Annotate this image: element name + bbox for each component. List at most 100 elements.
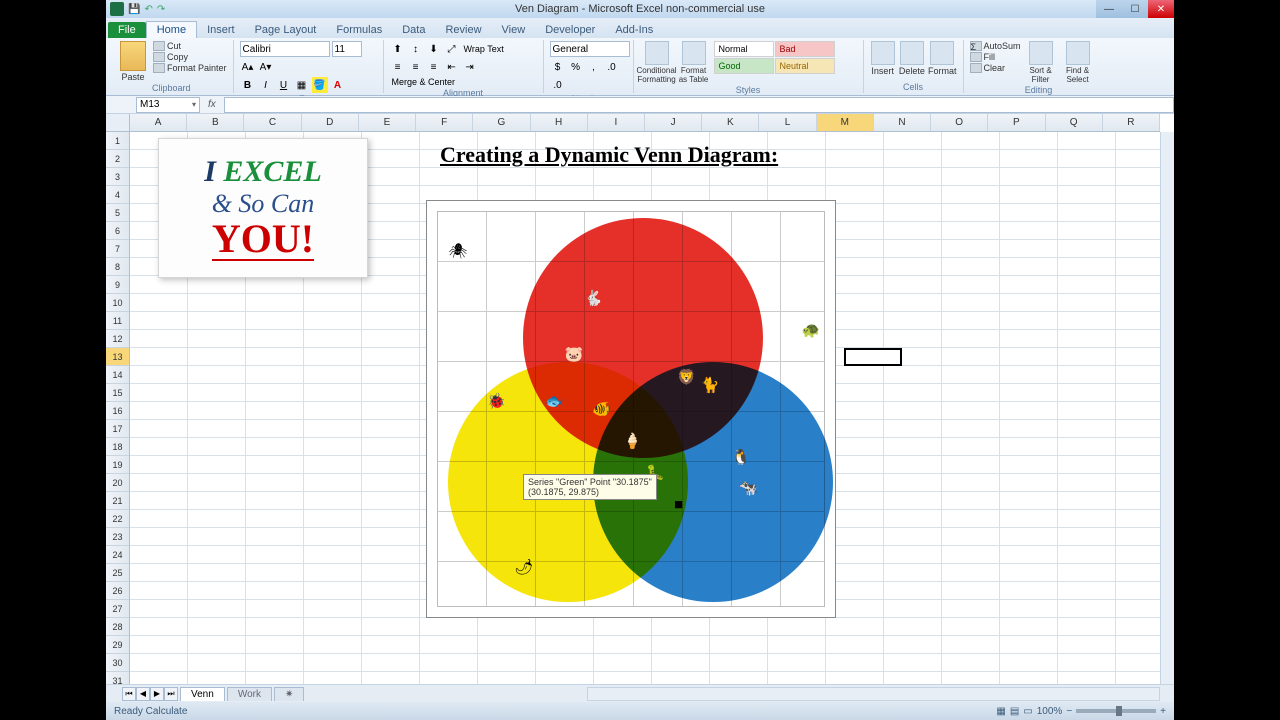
paste-button[interactable]: Paste bbox=[116, 41, 150, 82]
number-format-select[interactable] bbox=[550, 41, 630, 57]
sheet-nav-next-icon[interactable]: ▶ bbox=[150, 687, 164, 701]
chart-point[interactable]: 🐄 bbox=[739, 480, 757, 498]
font-name-select[interactable] bbox=[240, 41, 330, 57]
qat-redo-icon[interactable]: ↷ bbox=[157, 4, 165, 15]
italic-button[interactable]: I bbox=[258, 77, 274, 93]
inc-decimal-icon[interactable]: .0 bbox=[604, 59, 620, 75]
sort-filter-button[interactable]: Sort & Filter bbox=[1024, 41, 1058, 84]
name-box[interactable]: M13 bbox=[136, 97, 200, 113]
zoom-controls[interactable]: ▦ ▤ ▭ 100% − + bbox=[996, 706, 1166, 717]
cut-button[interactable]: Cut bbox=[153, 41, 227, 51]
underline-button[interactable]: U bbox=[276, 77, 292, 93]
maximize-button[interactable]: ☐ bbox=[1122, 0, 1148, 18]
view-normal-icon[interactable]: ▦ bbox=[996, 706, 1005, 717]
horizontal-scrollbar[interactable] bbox=[587, 687, 1160, 701]
chart-point[interactable]: 🐢 bbox=[801, 322, 819, 340]
insert-cells-button[interactable]: Insert bbox=[870, 41, 896, 76]
view-break-icon[interactable]: ▭ bbox=[1023, 706, 1032, 717]
merge-center-button[interactable]: Merge & Center bbox=[390, 77, 456, 87]
align-middle-icon[interactable]: ↕ bbox=[408, 41, 424, 57]
zoom-out-button[interactable]: − bbox=[1066, 706, 1072, 717]
sheet-nav-first-icon[interactable]: ⏮ bbox=[122, 687, 136, 701]
shrink-font-icon[interactable]: A▾ bbox=[258, 59, 274, 75]
tab-review[interactable]: Review bbox=[435, 22, 491, 38]
zoom-slider[interactable] bbox=[1076, 709, 1156, 713]
orientation-icon[interactable]: ⤢ bbox=[444, 41, 460, 57]
vertical-scrollbar[interactable] bbox=[1160, 132, 1174, 684]
qat-undo-icon[interactable]: ↶ bbox=[144, 4, 152, 15]
cells-area[interactable]: Creating a Dynamic Venn Diagram: I EXCEL… bbox=[130, 132, 1160, 684]
chart-point[interactable]: 🦁 bbox=[677, 369, 695, 387]
tab-page-layout[interactable]: Page Layout bbox=[245, 22, 327, 38]
chart-point[interactable]: 🐈 bbox=[701, 377, 719, 395]
sheet-nav-prev-icon[interactable]: ◀ bbox=[136, 687, 150, 701]
style-normal[interactable]: Normal bbox=[714, 41, 774, 57]
chart-point[interactable]: 🌶 bbox=[514, 559, 532, 577]
comma-icon[interactable]: , bbox=[586, 59, 602, 75]
chart-point[interactable]: 🐇 bbox=[584, 290, 602, 308]
font-color-button[interactable]: A bbox=[330, 77, 346, 93]
percent-icon[interactable]: % bbox=[568, 59, 584, 75]
format-painter-button[interactable]: Format Painter bbox=[153, 63, 227, 73]
align-right-icon[interactable]: ≡ bbox=[426, 59, 442, 75]
active-cell-selection[interactable] bbox=[844, 348, 902, 366]
tab-data[interactable]: Data bbox=[392, 22, 435, 38]
align-bottom-icon[interactable]: ⬇ bbox=[426, 41, 442, 57]
style-neutral[interactable]: Neutral bbox=[775, 58, 835, 74]
chart-point[interactable]: 🐠 bbox=[592, 401, 610, 419]
align-left-icon[interactable]: ≡ bbox=[390, 59, 406, 75]
chart-point[interactable]: 🐟 bbox=[545, 393, 563, 411]
indent-inc-icon[interactable]: ⇥ bbox=[462, 59, 478, 75]
column-headers[interactable]: ABCDEFGHIJKLMNOPQR bbox=[130, 114, 1160, 132]
align-center-icon[interactable]: ≡ bbox=[408, 59, 424, 75]
tab-view[interactable]: View bbox=[492, 22, 536, 38]
fx-icon[interactable]: fx bbox=[204, 99, 220, 110]
row-headers[interactable]: 1234567891011121314151617181920212223242… bbox=[106, 132, 130, 684]
autosum-button[interactable]: ΣAutoSum bbox=[970, 41, 1021, 51]
sheet-nav-last-icon[interactable]: ⏭ bbox=[164, 687, 178, 701]
formula-input[interactable] bbox=[224, 97, 1174, 113]
sheet-tab-new[interactable]: ✷ bbox=[274, 687, 304, 701]
dec-decimal-icon[interactable]: .0 bbox=[550, 77, 566, 93]
tab-developer[interactable]: Developer bbox=[535, 22, 605, 38]
zoom-in-button[interactable]: + bbox=[1160, 706, 1166, 717]
tab-addins[interactable]: Add-Ins bbox=[605, 22, 663, 38]
find-select-button[interactable]: Find & Select bbox=[1061, 41, 1095, 84]
chart-point[interactable]: 🍦 bbox=[623, 433, 641, 451]
venn-chart[interactable]: 🕷🐇🐷🐢🐈🦁🐟🐠🐞✕🍦🐛🐄🐧■🌶 Series "Green" Point "3… bbox=[426, 200, 836, 618]
grow-font-icon[interactable]: A▴ bbox=[240, 59, 256, 75]
sheet-tab-work[interactable]: Work bbox=[227, 687, 272, 701]
style-bad[interactable]: Bad bbox=[775, 41, 835, 57]
align-top-icon[interactable]: ⬆ bbox=[390, 41, 406, 57]
sheet-tab-venn[interactable]: Venn bbox=[180, 687, 225, 701]
format-as-table-button[interactable]: Format as Table bbox=[677, 41, 711, 84]
border-button[interactable]: ▦ bbox=[294, 77, 310, 93]
chart-point[interactable]: 🕷 bbox=[448, 243, 466, 261]
indent-dec-icon[interactable]: ⇤ bbox=[444, 59, 460, 75]
tab-insert[interactable]: Insert bbox=[197, 22, 245, 38]
wrap-text-button[interactable]: Wrap Text bbox=[462, 41, 504, 57]
tab-formulas[interactable]: Formulas bbox=[326, 22, 392, 38]
bold-button[interactable]: B bbox=[240, 77, 256, 93]
conditional-formatting-button[interactable]: Conditional Formatting bbox=[640, 41, 674, 84]
chart-point[interactable]: 🐞 bbox=[487, 393, 505, 411]
fill-button[interactable]: Fill bbox=[970, 52, 1021, 62]
style-good[interactable]: Good bbox=[714, 58, 774, 74]
chart-point[interactable]: 🐷 bbox=[565, 346, 583, 364]
font-size-select[interactable] bbox=[332, 41, 362, 57]
tab-file[interactable]: File bbox=[108, 22, 146, 38]
copy-button[interactable]: Copy bbox=[153, 52, 227, 62]
currency-icon[interactable]: $ bbox=[550, 59, 566, 75]
chart-point[interactable]: ■ bbox=[670, 496, 688, 514]
view-layout-icon[interactable]: ▤ bbox=[1010, 706, 1019, 717]
delete-cells-button[interactable]: Delete bbox=[899, 41, 925, 76]
format-cells-button[interactable]: Format bbox=[928, 41, 957, 76]
clear-button[interactable]: Clear bbox=[970, 63, 1021, 73]
close-button[interactable]: ✕ bbox=[1148, 0, 1174, 18]
select-all-corner[interactable] bbox=[106, 114, 130, 132]
chart-point[interactable]: 🐧 bbox=[732, 449, 750, 467]
tab-home[interactable]: Home bbox=[146, 21, 197, 38]
minimize-button[interactable]: — bbox=[1096, 0, 1122, 18]
fill-color-button[interactable]: 🪣 bbox=[312, 77, 328, 93]
qat-save-icon[interactable]: 💾 bbox=[128, 4, 140, 15]
